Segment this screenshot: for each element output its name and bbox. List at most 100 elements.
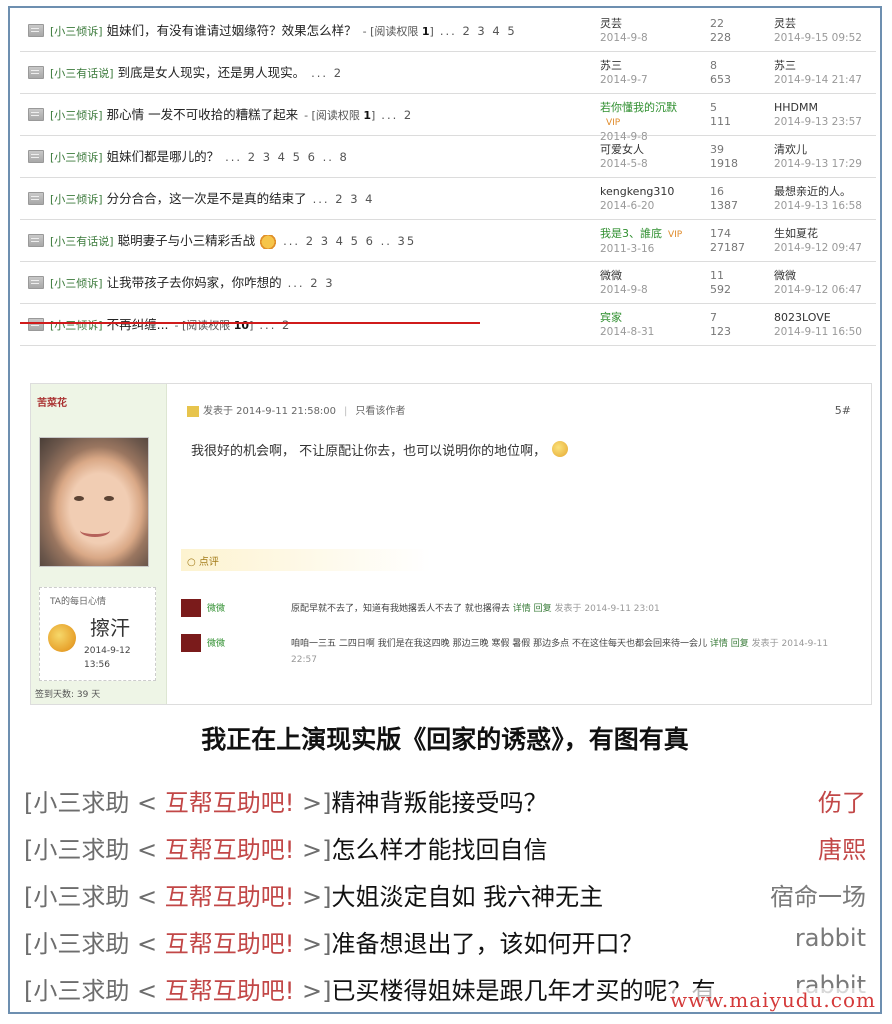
thread-subject-link[interactable]: 让我带孩子去你妈家，你咋想的	[107, 275, 282, 290]
help-poster[interactable]: 宿命一场	[770, 877, 866, 912]
thread-pages[interactable]: ... 2 3 4 5	[440, 24, 517, 38]
floor-number[interactable]: 5#	[835, 404, 851, 417]
only-author-link[interactable]: 只看该作者	[355, 406, 405, 417]
help-row[interactable]: [小三求助 < 互帮互助吧! >]怎么样才能找回自信 唐熙	[24, 830, 874, 877]
thread-row[interactable]: [小三有话说] 到底是女人现实，还是男人现实。... 2 苏三 2014-9-7 …	[20, 52, 876, 94]
help-topic-link[interactable]: 怎么样才能找回自信	[331, 836, 547, 864]
reply-count: 174	[710, 227, 731, 240]
read-permission: - [阅读权限 10]	[175, 319, 254, 332]
view-count: 228	[710, 31, 731, 44]
view-count: 653	[710, 73, 731, 86]
author-name[interactable]: 微微	[600, 269, 710, 283]
help-poster[interactable]: 唐熙	[818, 830, 866, 865]
thread-subject-link[interactable]: 分分合合，这一次是不是真的结束了	[107, 191, 307, 206]
help-category[interactable]: [小三求助 < 互帮互助吧! >]	[24, 930, 331, 958]
thread-subject-link[interactable]: 姐妹们都是哪儿的？	[107, 149, 220, 164]
thread-pages[interactable]: ... 2	[381, 108, 413, 122]
thread-last-post: 苏三 2014-9-14 21:47	[774, 59, 880, 87]
thread-subject-link[interactable]: 那心情 一发不可收拾的糟糕了起来	[107, 107, 298, 122]
last-post-date[interactable]: 2014-9-13 23:57	[774, 115, 880, 129]
thread-pages[interactable]: ... 2 3	[288, 276, 335, 290]
avatar[interactable]	[39, 437, 149, 567]
comment-avatar[interactable]	[181, 599, 201, 617]
last-poster[interactable]: 最想亲近的人。	[774, 185, 880, 199]
last-poster[interactable]: 8023LOVE	[774, 311, 880, 325]
last-post-date[interactable]: 2014-9-15 09:52	[774, 31, 880, 45]
thread-category[interactable]: [小三倾诉]	[50, 151, 103, 164]
thread-row[interactable]: [小三倾诉] 不再纠缠... - [阅读权限 10] ... 2 宾家 2014-8-…	[20, 304, 876, 346]
rate-label[interactable]: ○ 点评	[187, 553, 219, 568]
help-row[interactable]: [小三求助 < 互帮互助吧! >]精神背叛能接受吗？ 伤了	[24, 783, 874, 830]
thread-title-cell: [小三倾诉] 让我带孩子去你妈家，你咋想的 ... 2 3	[50, 262, 595, 303]
help-category[interactable]: [小三求助 < 互帮互助吧! >]	[24, 836, 331, 864]
thread-author: 灵芸 2014-9-8	[600, 17, 710, 45]
help-topic-link[interactable]: 已买楼得姐妹是跟几年才买的呢？有	[331, 977, 715, 1005]
last-post-date[interactable]: 2014-9-14 21:47	[774, 73, 880, 87]
author-date: 2011-3-16	[600, 243, 655, 255]
last-poster[interactable]: 微微	[774, 269, 880, 283]
help-topic-link[interactable]: 精神背叛能接受吗？	[331, 789, 547, 817]
reply-count: 39	[710, 143, 724, 156]
avatar-eye-right	[104, 496, 114, 501]
help-row[interactable]: [小三求助 < 互帮互助吧! >]准备想退出了，该如何开口？ rabbit	[24, 924, 874, 971]
last-post-date[interactable]: 2014-9-13 16:58	[774, 199, 880, 213]
thread-category[interactable]: [小三倾诉]	[50, 319, 103, 332]
thread-pages[interactable]: ... 2 3 4	[313, 192, 375, 206]
thread-author: 我是3、誰底 VIP 2011-3-16	[600, 227, 710, 256]
help-topic-link[interactable]: 大姐淡定自如 我六神无主	[331, 883, 603, 911]
comment-author[interactable]: 微微	[207, 636, 225, 652]
thread-row[interactable]: [小三倾诉] 让我带孩子去你妈家，你咋想的... 2 3 微微 2014-9-8 …	[20, 262, 876, 304]
thread-subject-link[interactable]: 不再纠缠...	[107, 317, 169, 332]
help-poster[interactable]: 伤了	[818, 783, 866, 818]
thread-category[interactable]: [小三有话说]	[50, 67, 114, 80]
thread-pages[interactable]: ... 2	[259, 318, 291, 332]
author-name[interactable]: 宾家	[600, 311, 710, 325]
last-poster[interactable]: HHDMM	[774, 101, 880, 115]
comment-actions[interactable]: 详情 回复	[513, 604, 552, 614]
thread-row[interactable]: [小三有话说] 聪明妻子与小三精彩舌战 ... 2 3 4 5 6 .. 35 我是…	[20, 220, 876, 262]
thread-pages[interactable]: ... 2 3 4 5 6 .. 8	[225, 150, 349, 164]
rate-bar[interactable]: ○ 点评	[181, 549, 431, 571]
thread-category[interactable]: [小三倾诉]	[50, 109, 103, 122]
thread-row[interactable]: [小三倾诉] 姐妹们都是哪儿的？ ... 2 3 4 5 6 .. 8 可爱女人 2…	[20, 136, 876, 178]
thread-subject-link[interactable]: 聪明妻子与小三精彩舌战	[118, 233, 256, 248]
help-category[interactable]: [小三求助 < 互帮互助吧! >]	[24, 977, 331, 1005]
help-topic-link[interactable]: 准备想退出了，该如何开口？	[331, 930, 643, 958]
post-body: 发表于 2014-9-11 21:58:00 | 只看该作者 5# 我很好的机会啊，…	[181, 384, 861, 704]
thread-category[interactable]: [小三倾诉]	[50, 193, 103, 206]
post-content: 我很好的机会啊， 不让原配让你去，也可以说明你的地位啊，	[191, 440, 569, 459]
help-row[interactable]: [小三求助 < 互帮互助吧! >]大姐淡定自如 我六神无主 宿命一场	[24, 877, 874, 924]
view-count: 1918	[710, 157, 738, 170]
thread-subject-link[interactable]: 到底是女人现实，还是男人现实。	[118, 65, 306, 80]
thread-row[interactable]: [小三倾诉] 分分合合，这一次是不是真的结束了 ... 2 3 4 kengkeng…	[20, 178, 876, 220]
author-name[interactable]: 我是3、誰底 VIP	[600, 227, 710, 242]
comment-author[interactable]: 微微	[207, 601, 225, 617]
thread-pages[interactable]: ... 2	[311, 66, 343, 80]
last-poster[interactable]: 生如夏花	[774, 227, 880, 241]
poster-username[interactable]: 苦菜花	[37, 394, 67, 409]
last-poster[interactable]: 苏三	[774, 59, 880, 73]
author-name[interactable]: 可爱女人	[600, 143, 710, 157]
last-post-date[interactable]: 2014-9-12 09:47	[774, 241, 880, 255]
last-post-date[interactable]: 2014-9-13 17:29	[774, 157, 880, 171]
thread-pages[interactable]: ... 2 3 4 5 6 .. 35	[283, 234, 416, 248]
author-name[interactable]: 若你懂我的沉默	[600, 101, 710, 115]
comment-avatar[interactable]	[181, 634, 201, 652]
thread-category[interactable]: [小三倾诉]	[50, 25, 103, 38]
help-category[interactable]: [小三求助 < 互帮互助吧! >]	[24, 789, 331, 817]
last-post-date[interactable]: 2014-9-12 06:47	[774, 283, 880, 297]
thread-category[interactable]: [小三有话说]	[50, 235, 114, 248]
help-category[interactable]: [小三求助 < 互帮互助吧! >]	[24, 883, 331, 911]
author-name[interactable]: 苏三	[600, 59, 710, 73]
thread-row[interactable]: [小三倾诉] 姐妹们，有没有谁请过姻缘符？效果怎么样？ - [阅读权限 1] ... …	[20, 10, 876, 52]
comment-actions[interactable]: 详情 回复	[710, 639, 749, 649]
help-poster[interactable]: rabbit	[795, 924, 866, 952]
thread-category[interactable]: [小三倾诉]	[50, 277, 103, 290]
last-poster[interactable]: 清欢儿	[774, 143, 880, 157]
last-post-date[interactable]: 2014-9-11 16:50	[774, 325, 880, 339]
author-name[interactable]: 灵芸	[600, 17, 710, 31]
thread-subject-link[interactable]: 姐妹们，有没有谁请过姻缘符？效果怎么样？	[107, 23, 357, 38]
thread-row[interactable]: [小三倾诉] 那心情 一发不可收拾的糟糕了起来 - [阅读权限 1] ... 2 若你…	[20, 94, 876, 143]
author-name[interactable]: kengkeng310	[600, 185, 710, 199]
last-poster[interactable]: 灵芸	[774, 17, 880, 31]
